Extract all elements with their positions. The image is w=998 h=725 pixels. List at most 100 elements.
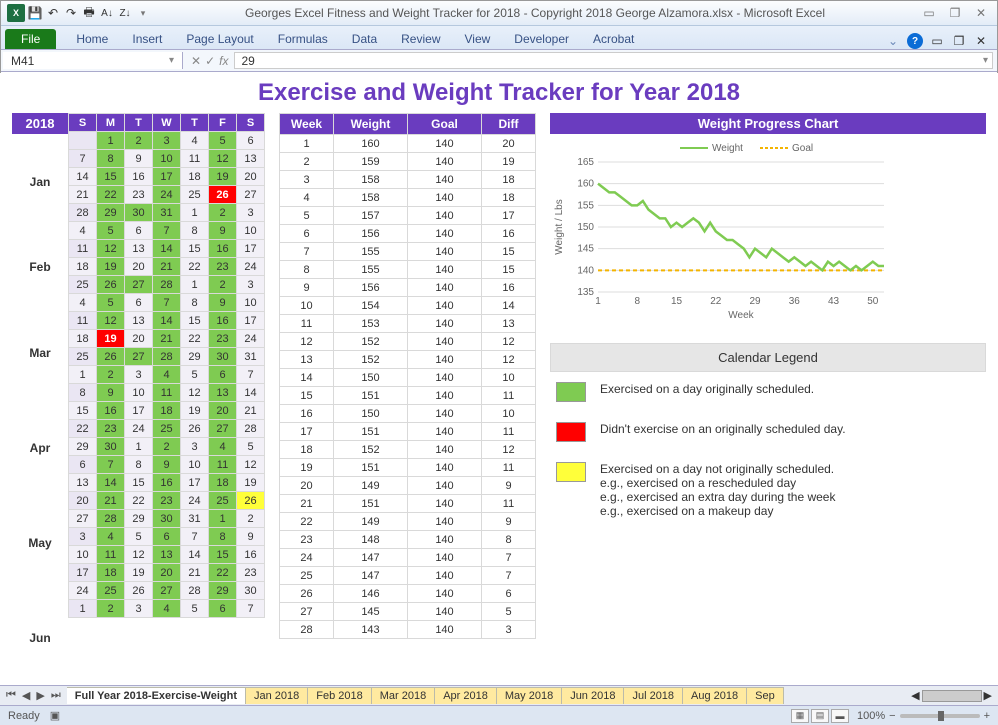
cal-cell[interactable]: 6 bbox=[125, 222, 153, 240]
cal-cell[interactable]: 20 bbox=[237, 168, 265, 186]
cal-cell[interactable]: 15 bbox=[69, 402, 97, 420]
wtable-cell[interactable]: 17 bbox=[482, 207, 536, 225]
cal-cell[interactable]: 9 bbox=[209, 222, 237, 240]
cal-cell[interactable]: 12 bbox=[181, 384, 209, 402]
wtable-cell[interactable]: 140 bbox=[408, 495, 482, 513]
ribbon-tab-review[interactable]: Review bbox=[389, 29, 452, 49]
cal-cell[interactable]: 13 bbox=[69, 474, 97, 492]
cal-cell[interactable]: 21 bbox=[153, 330, 181, 348]
cal-cell[interactable]: 16 bbox=[237, 546, 265, 564]
cal-cell[interactable]: 5 bbox=[125, 528, 153, 546]
cal-cell[interactable]: 2 bbox=[125, 132, 153, 150]
cal-cell[interactable]: 26 bbox=[97, 276, 125, 294]
zoom-in-icon[interactable]: + bbox=[984, 710, 990, 722]
cal-cell[interactable]: 30 bbox=[237, 582, 265, 600]
tab-next-icon[interactable]: ▶ bbox=[34, 689, 46, 702]
wtable-cell[interactable]: 5 bbox=[482, 603, 536, 621]
wtable-cell[interactable]: 3 bbox=[280, 171, 334, 189]
cal-cell[interactable]: 8 bbox=[97, 150, 125, 168]
doc-close-icon[interactable]: ✕ bbox=[973, 33, 989, 49]
cal-cell[interactable]: 23 bbox=[97, 420, 125, 438]
wtable-cell[interactable]: 154 bbox=[334, 297, 408, 315]
cal-cell[interactable]: 7 bbox=[237, 600, 265, 618]
cal-cell[interactable]: 26 bbox=[97, 348, 125, 366]
cal-cell[interactable]: 28 bbox=[153, 348, 181, 366]
cal-cell[interactable]: 28 bbox=[97, 510, 125, 528]
wtable-cell[interactable]: 24 bbox=[280, 549, 334, 567]
wtable-cell[interactable]: 140 bbox=[408, 423, 482, 441]
wtable-cell[interactable]: 10 bbox=[280, 297, 334, 315]
wtable-cell[interactable]: 140 bbox=[408, 315, 482, 333]
wtable-cell[interactable]: 16 bbox=[482, 279, 536, 297]
wtable-cell[interactable]: 155 bbox=[334, 243, 408, 261]
wtable-cell[interactable]: 11 bbox=[482, 387, 536, 405]
wtable-cell[interactable]: 12 bbox=[482, 333, 536, 351]
cal-cell[interactable]: 18 bbox=[181, 168, 209, 186]
cal-cell[interactable]: 4 bbox=[69, 294, 97, 312]
cal-cell[interactable]: 7 bbox=[153, 294, 181, 312]
wtable-cell[interactable]: 15 bbox=[482, 243, 536, 261]
cal-cell[interactable]: 3 bbox=[237, 204, 265, 222]
cal-cell[interactable]: 1 bbox=[69, 366, 97, 384]
cal-cell[interactable]: 11 bbox=[181, 150, 209, 168]
cal-cell[interactable]: 17 bbox=[237, 312, 265, 330]
cal-cell[interactable]: 6 bbox=[209, 600, 237, 618]
tab-last-icon[interactable]: ⏭ bbox=[49, 689, 63, 702]
wtable-cell[interactable]: 149 bbox=[334, 477, 408, 495]
cal-cell[interactable]: 4 bbox=[97, 528, 125, 546]
cal-cell[interactable]: 18 bbox=[97, 564, 125, 582]
wtable-cell[interactable]: 16 bbox=[482, 225, 536, 243]
wtable-cell[interactable]: 14 bbox=[482, 297, 536, 315]
cal-cell[interactable]: 6 bbox=[125, 294, 153, 312]
cal-cell[interactable]: 9 bbox=[153, 456, 181, 474]
doc-minimize-icon[interactable]: ▭ bbox=[929, 33, 945, 49]
wtable-cell[interactable]: 147 bbox=[334, 549, 408, 567]
wtable-cell[interactable]: 19 bbox=[280, 459, 334, 477]
cal-cell[interactable]: 30 bbox=[97, 438, 125, 456]
wtable-cell[interactable]: 8 bbox=[482, 531, 536, 549]
cal-cell[interactable]: 12 bbox=[237, 456, 265, 474]
wtable-cell[interactable]: 140 bbox=[408, 369, 482, 387]
cal-cell[interactable]: 18 bbox=[69, 258, 97, 276]
cal-cell[interactable]: 6 bbox=[153, 528, 181, 546]
wtable-cell[interactable]: 140 bbox=[408, 621, 482, 639]
wtable-cell[interactable]: 147 bbox=[334, 567, 408, 585]
wtable-cell[interactable]: 140 bbox=[408, 171, 482, 189]
sort-desc-icon[interactable]: Z↓ bbox=[117, 5, 133, 21]
wtable-cell[interactable]: 156 bbox=[334, 225, 408, 243]
normal-view-icon[interactable]: ▦ bbox=[791, 709, 809, 723]
wtable-cell[interactable]: 23 bbox=[280, 531, 334, 549]
cal-cell[interactable]: 19 bbox=[125, 564, 153, 582]
cal-cell[interactable]: 8 bbox=[181, 222, 209, 240]
cal-cell[interactable]: 25 bbox=[69, 276, 97, 294]
cal-cell[interactable]: 7 bbox=[237, 366, 265, 384]
macro-record-icon[interactable]: ▣ bbox=[50, 709, 60, 722]
cal-cell[interactable]: 2 bbox=[209, 204, 237, 222]
cal-cell[interactable]: 16 bbox=[209, 312, 237, 330]
cal-cell[interactable]: 12 bbox=[97, 312, 125, 330]
wtable-cell[interactable]: 140 bbox=[408, 531, 482, 549]
sheet-tab[interactable]: Aug 2018 bbox=[682, 687, 747, 704]
wtable-cell[interactable]: 17 bbox=[280, 423, 334, 441]
cal-cell[interactable]: 27 bbox=[153, 582, 181, 600]
cal-cell[interactable]: 22 bbox=[69, 420, 97, 438]
wtable-cell[interactable]: 149 bbox=[334, 513, 408, 531]
cal-cell[interactable]: 22 bbox=[209, 564, 237, 582]
ribbon-tab-acrobat[interactable]: Acrobat bbox=[581, 29, 646, 49]
cal-cell[interactable]: 23 bbox=[209, 258, 237, 276]
cal-cell[interactable]: 20 bbox=[209, 402, 237, 420]
wtable-cell[interactable]: 140 bbox=[408, 261, 482, 279]
wtable-cell[interactable]: 140 bbox=[408, 387, 482, 405]
wtable-cell[interactable]: 18 bbox=[482, 189, 536, 207]
wtable-cell[interactable]: 140 bbox=[408, 279, 482, 297]
wtable-cell[interactable]: 140 bbox=[408, 405, 482, 423]
wtable-cell[interactable]: 148 bbox=[334, 531, 408, 549]
cal-cell[interactable]: 31 bbox=[153, 204, 181, 222]
cal-cell[interactable] bbox=[69, 132, 97, 150]
wtable-cell[interactable]: 20 bbox=[280, 477, 334, 495]
wtable-cell[interactable]: 11 bbox=[482, 495, 536, 513]
ribbon-tab-page-layout[interactable]: Page Layout bbox=[174, 29, 265, 49]
wtable-cell[interactable]: 21 bbox=[280, 495, 334, 513]
cal-cell[interactable]: 18 bbox=[153, 402, 181, 420]
cal-cell[interactable]: 10 bbox=[237, 294, 265, 312]
